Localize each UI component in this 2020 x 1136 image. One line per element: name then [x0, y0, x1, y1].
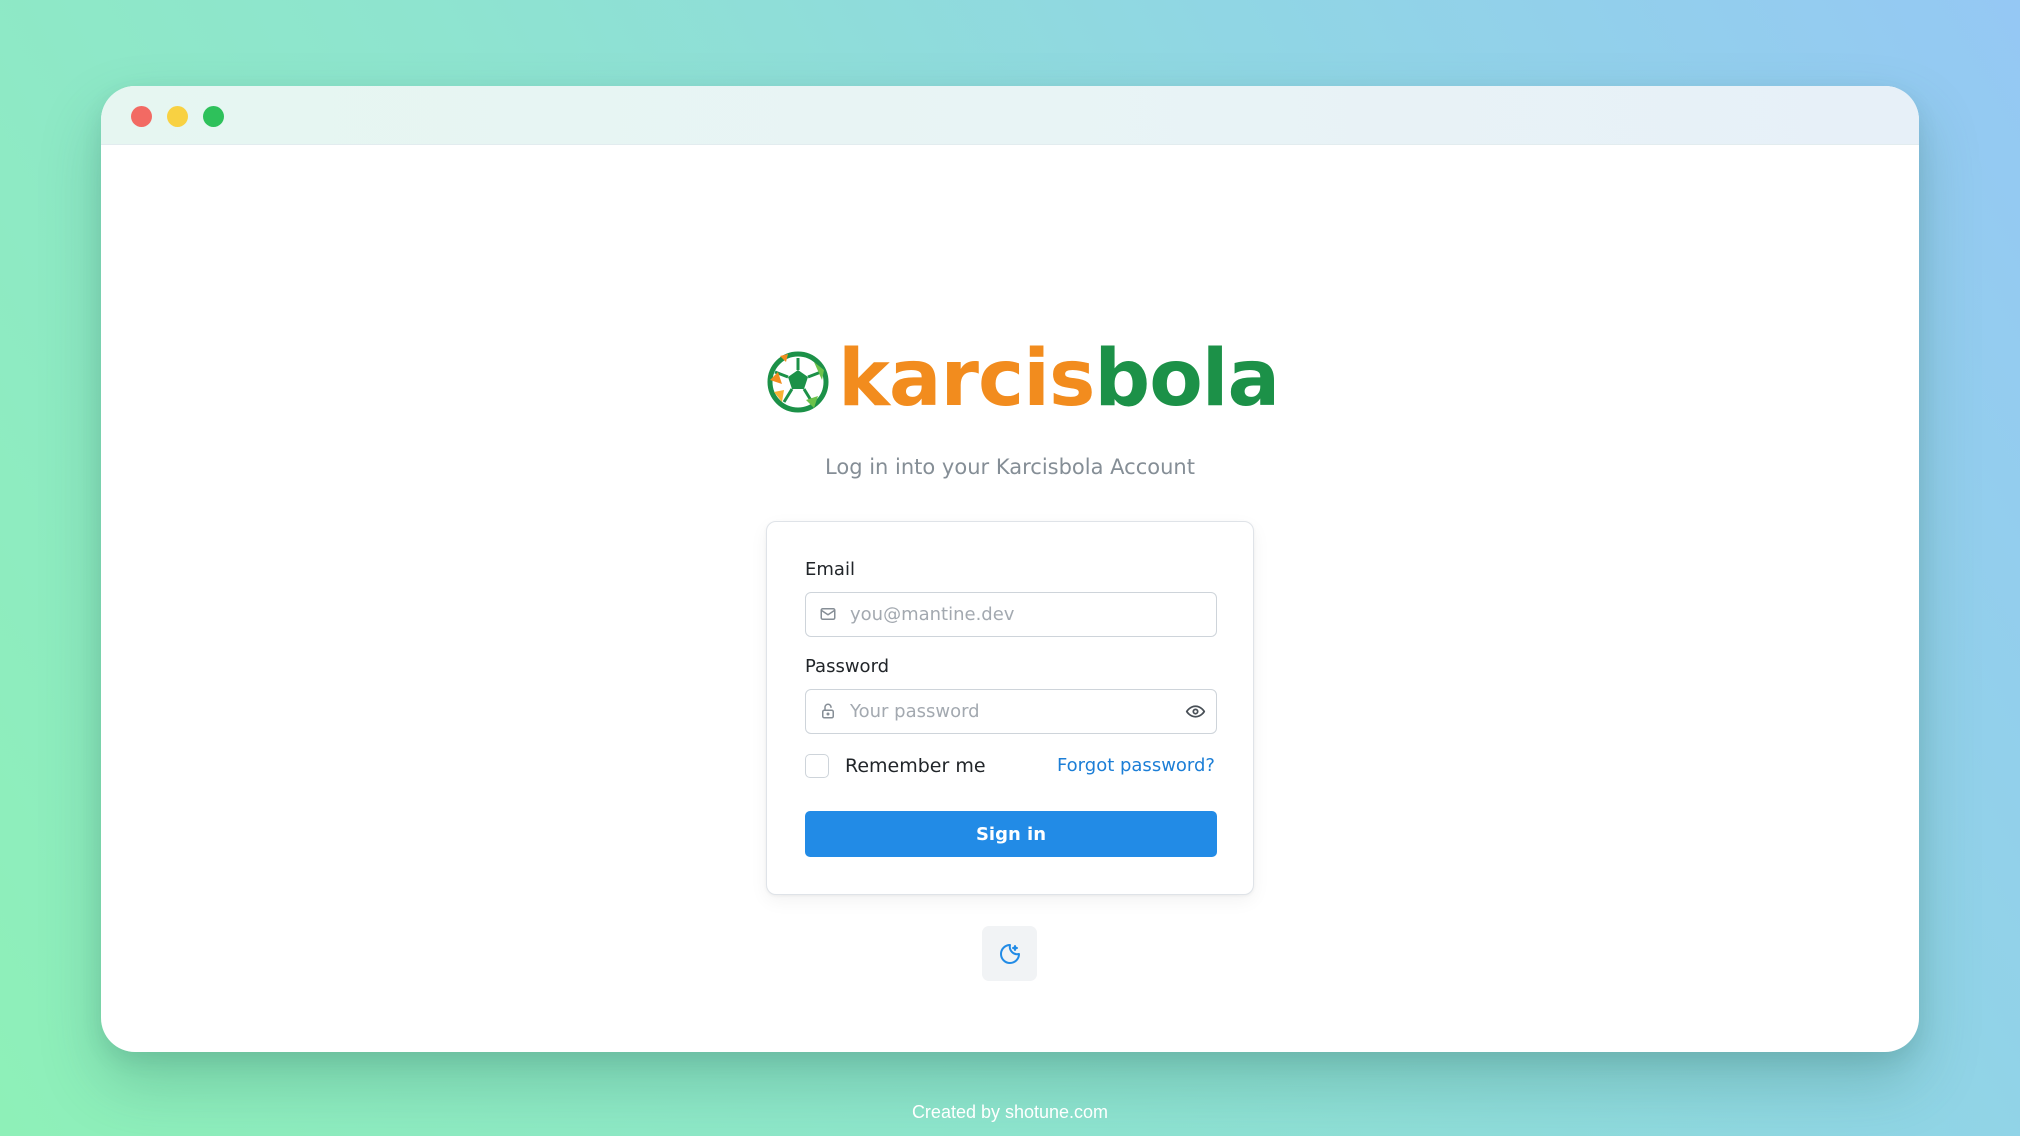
- brand-wordmark: karcisbola: [838, 333, 1280, 425]
- password-label: Password: [805, 656, 890, 677]
- minimize-window-button[interactable]: [167, 106, 188, 127]
- login-subtitle: Log in into your Karcisbola Account: [825, 455, 1195, 479]
- eye-icon[interactable]: [1185, 701, 1206, 722]
- footer-credit: Created by shotune.com: [911, 1102, 1109, 1122]
- password-field-wrapper: [805, 689, 1217, 734]
- window-titlebar: [101, 86, 1919, 145]
- brand-logo: karcisbola: [764, 334, 1280, 424]
- brand-name-part1: karcis: [838, 334, 1095, 424]
- email-field-wrapper: [805, 592, 1217, 637]
- page-content: karcisbola Log in into your Karcisbola A…: [101, 144, 1919, 1052]
- lock-icon: [822, 703, 834, 719]
- login-card: Email Password: [766, 521, 1254, 895]
- email-label: Email: [805, 559, 855, 580]
- password-input[interactable]: [850, 690, 1170, 732]
- brand-name-part2: bola: [1094, 334, 1280, 424]
- maximize-window-button[interactable]: [203, 106, 224, 127]
- background: karcisbola Log in into your Karcisbola A…: [0, 0, 2020, 1136]
- remember-me-label[interactable]: Remember me: [845, 754, 986, 778]
- soccer-ball-icon: [767, 351, 829, 413]
- mail-icon: [820, 608, 836, 620]
- forgot-password-link[interactable]: Forgot password?: [1057, 754, 1215, 778]
- browser-window: karcisbola Log in into your Karcisbola A…: [101, 86, 1919, 1052]
- remember-me-checkbox[interactable]: [805, 754, 829, 778]
- email-input[interactable]: [850, 593, 1170, 635]
- sign-in-button[interactable]: Sign in: [805, 811, 1217, 857]
- close-window-button[interactable]: [131, 106, 152, 127]
- theme-toggle-button[interactable]: [982, 926, 1037, 981]
- moon-icon: [1000, 944, 1020, 964]
